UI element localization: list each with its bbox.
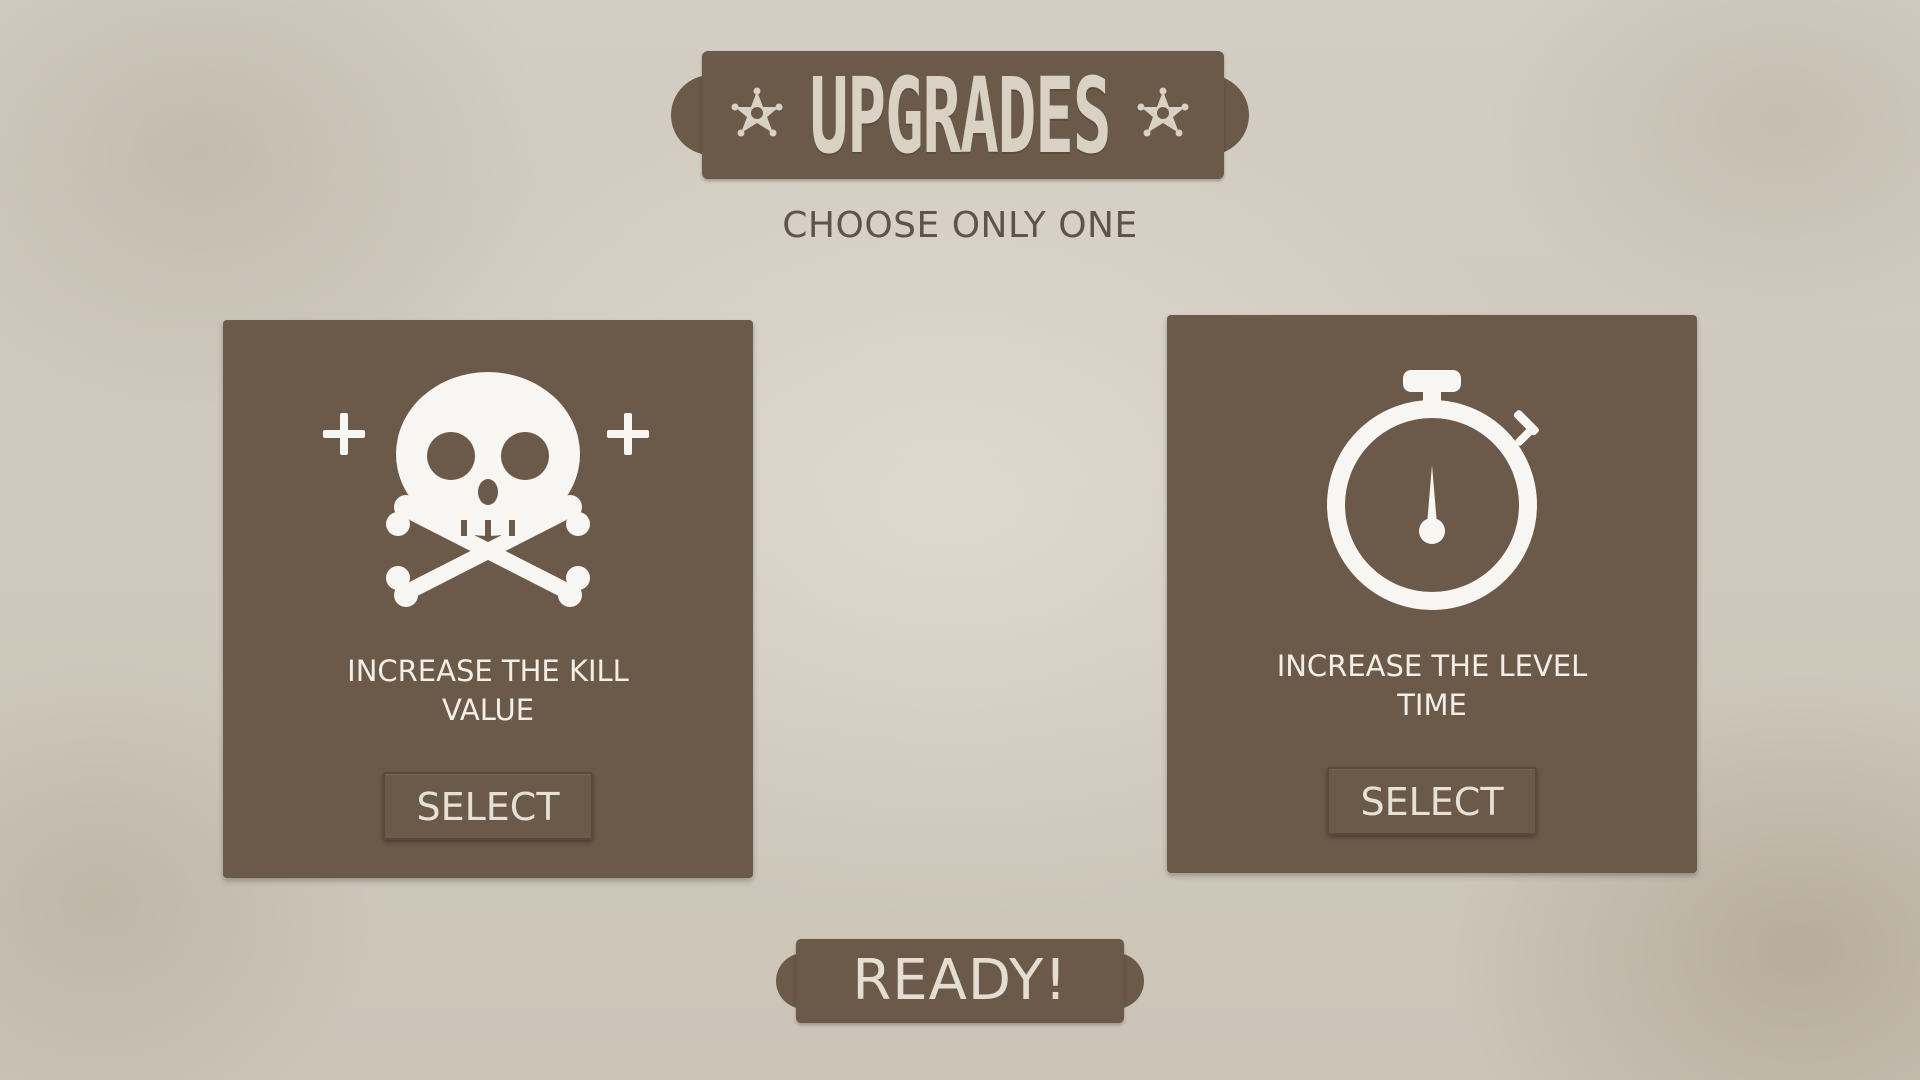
upgrade-card-level-time[interactable]: INCREASE THE LEVEL TIME SELECT — [1167, 315, 1697, 873]
page-title: UPGRADES — [809, 55, 1112, 177]
ready-button[interactable]: READY! — [776, 939, 1144, 1023]
upgrade-card-kill-value[interactable]: INCREASE THE KILL VALUE SELECT — [223, 320, 753, 878]
ready-label: READY! — [852, 948, 1068, 1013]
sheriff-star-icon-left — [731, 87, 783, 137]
select-button-level-time[interactable]: SELECT — [1327, 767, 1537, 835]
upgrade-description: INCREASE THE LEVEL TIME — [1276, 649, 1588, 722]
page-subtitle: CHOOSE ONLY ONE — [782, 205, 1138, 246]
upgrade-description: INCREASE THE KILL VALUE — [347, 654, 629, 727]
stopwatch-icon — [1167, 345, 1697, 615]
sheriff-star-icon-right — [1137, 87, 1189, 137]
select-button-kill-value[interactable]: SELECT — [383, 772, 593, 840]
skull-crossbones-plus-icon — [223, 350, 753, 620]
title-plaque: UPGRADES — [671, 51, 1249, 179]
